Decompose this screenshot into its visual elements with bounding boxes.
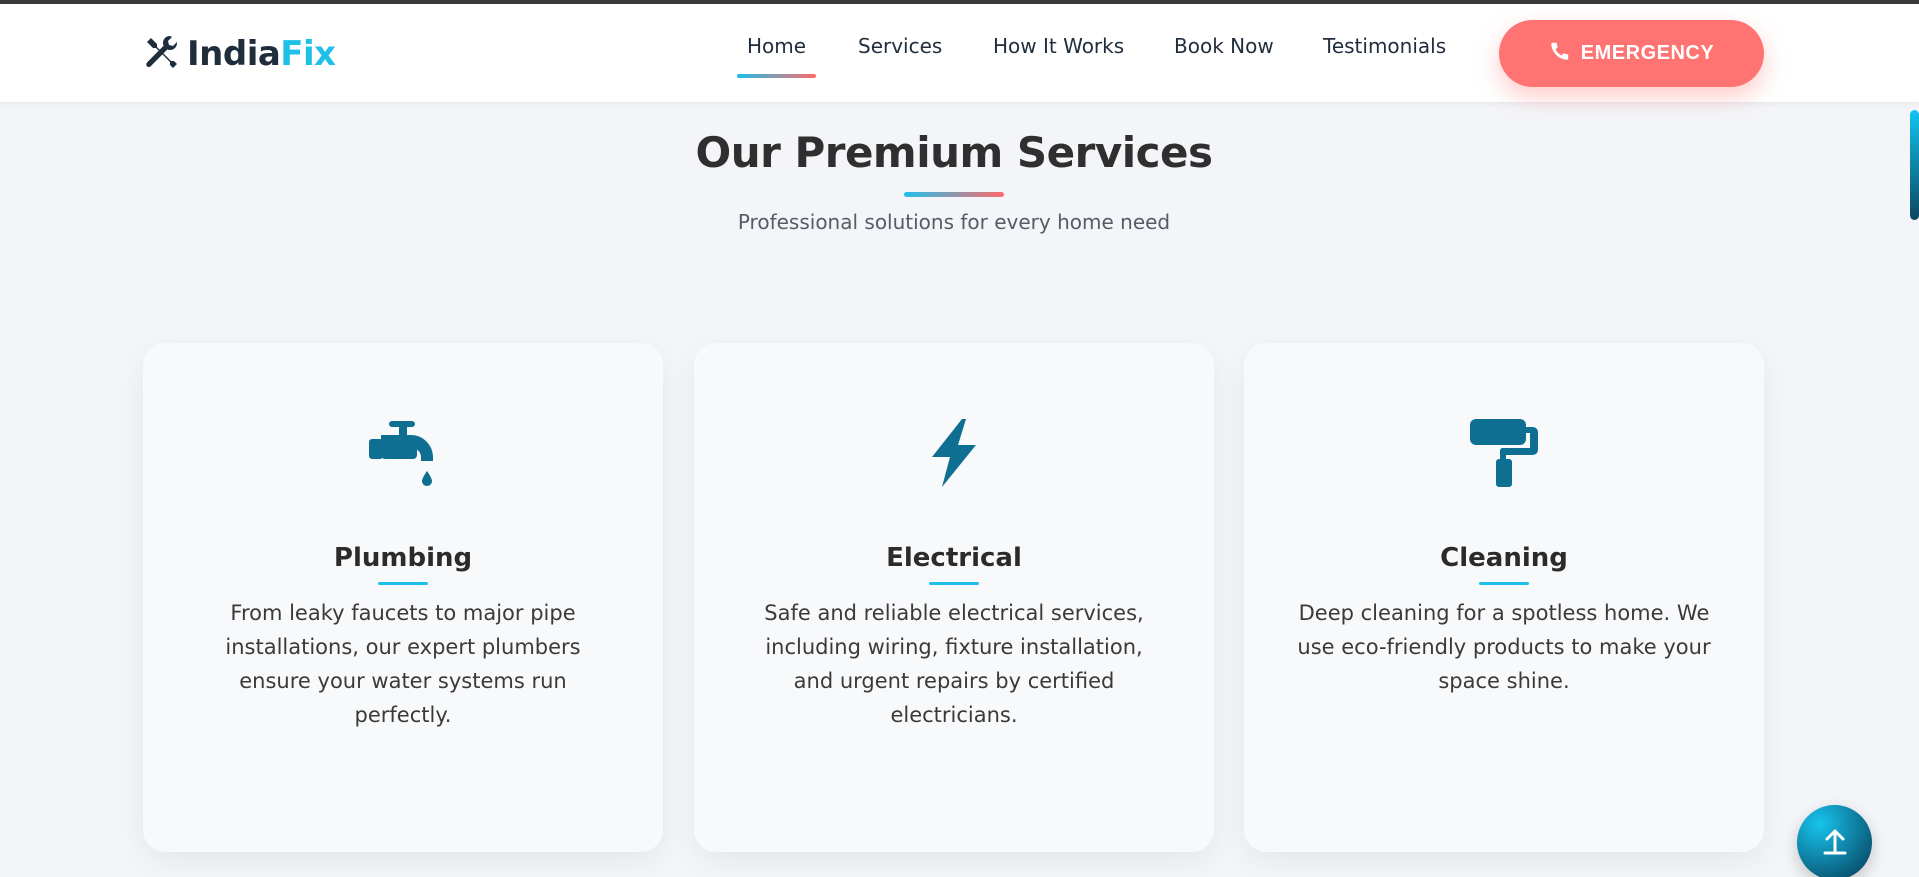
arrow-up-icon [1820, 826, 1850, 859]
paint-roller-icon [1244, 415, 1764, 491]
emergency-label: EMERGENCY [1580, 42, 1715, 64]
service-card-electrical[interactable]: Electrical Safe and reliable electrical … [694, 343, 1214, 852]
phone-icon [1549, 40, 1571, 68]
service-description: Deep cleaning for a spotless home. We us… [1297, 601, 1711, 693]
title-accent-line [1479, 582, 1529, 585]
emergency-button[interactable]: EMERGENCY [1499, 20, 1764, 87]
nav-services[interactable]: Services [858, 34, 942, 58]
title-accent-line [378, 582, 428, 585]
service-title: Plumbing [333, 543, 473, 573]
section-title: Our Premium Services [695, 128, 1213, 177]
service-description: From leaky faucets to major pipe install… [225, 601, 581, 727]
service-title: Electrical [886, 543, 1022, 573]
lightning-bolt-icon [694, 415, 1214, 491]
nav-testimonials[interactable]: Testimonials [1323, 34, 1446, 58]
back-to-top-button[interactable] [1797, 805, 1872, 877]
service-title: Cleaning [1440, 543, 1568, 573]
scrollbar-thumb[interactable] [1910, 110, 1919, 220]
nav-book-now[interactable]: Book Now [1174, 34, 1274, 58]
nav-home[interactable]: Home [736, 34, 817, 78]
site-header: IndiaFix Home Services How It Works Book… [0, 4, 1919, 102]
section-subtitle: Professional solutions for every home ne… [737, 210, 1171, 234]
service-description: Safe and reliable electrical services, i… [764, 601, 1144, 727]
title-accent-line [929, 582, 979, 585]
nav-how-it-works[interactable]: How It Works [993, 34, 1124, 58]
service-card-cleaning[interactable]: Cleaning Deep cleaning for a spotless ho… [1244, 343, 1764, 852]
title-underline [904, 192, 1004, 197]
faucet-icon [143, 415, 663, 491]
service-card-plumbing[interactable]: Plumbing From leaky faucets to major pip… [143, 343, 663, 852]
